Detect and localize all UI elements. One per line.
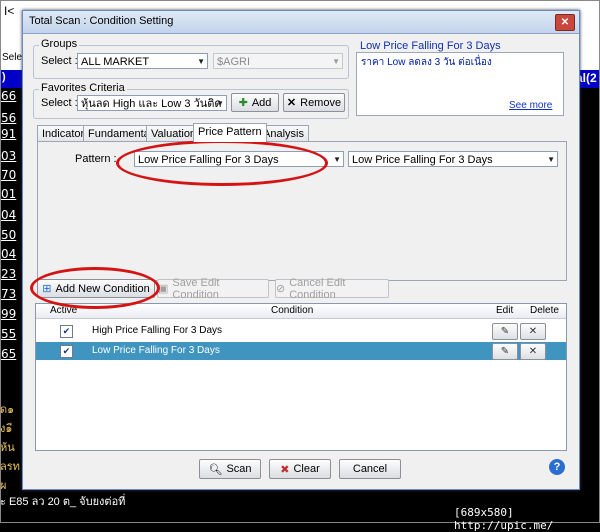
- watermark-text: [689x580] http://upic.me/: [454, 506, 554, 532]
- screenshot-frame: [0, 0, 600, 523]
- tab-price-pattern[interactable]: Price Pattern: [193, 123, 267, 142]
